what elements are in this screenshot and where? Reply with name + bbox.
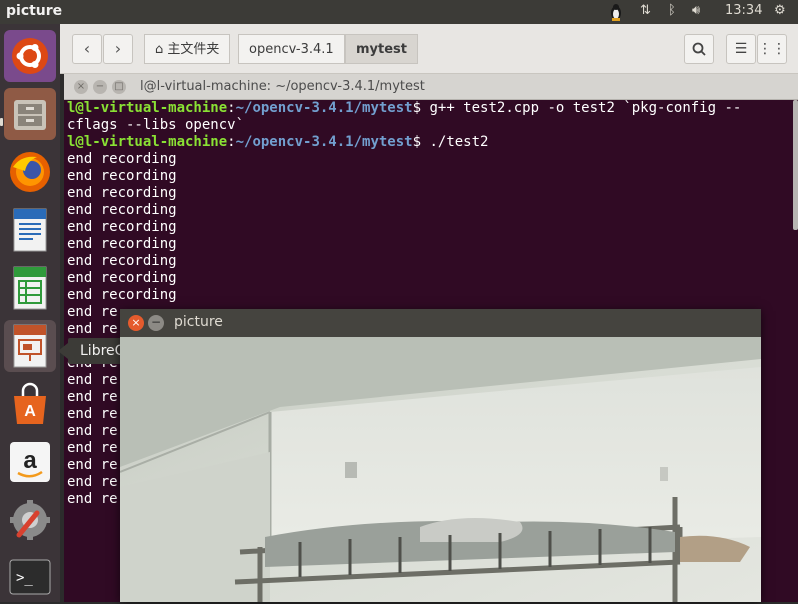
terminal-output-line: end recording [67, 202, 177, 218]
amazon-icon: a [10, 442, 50, 482]
launcher: A a >_ [0, 24, 60, 602]
launcher-item-libreoffice-writer[interactable] [4, 204, 56, 256]
launcher-item-files[interactable] [4, 88, 56, 140]
terminal-maximize-button[interactable]: □ [112, 80, 126, 94]
command-text: $ ./test2 [412, 134, 489, 150]
launcher-item-ubuntu-software[interactable]: A [4, 378, 56, 430]
terminal-output-line: end recording [67, 253, 177, 269]
minimize-icon: − [95, 81, 105, 92]
close-icon: × [76, 81, 86, 92]
terminal-line-cmd1: l@l-virtual-machine:~/opencv-3.4.1/mytes… [67, 100, 742, 116]
breadcrumb-opencv-label: opencv-3.4.1 [249, 42, 334, 57]
impress-presentation-icon [13, 324, 47, 368]
terminal-title: l@l-virtual-machine: ~/opencv-3.4.1/myte… [140, 79, 425, 94]
power-gear-icon[interactable]: ⚙ [774, 3, 786, 18]
launcher-item-terminal[interactable]: >_ [4, 552, 56, 604]
breadcrumb-mytest[interactable]: mytest [345, 34, 419, 64]
ubuntu-logo-icon [12, 38, 48, 74]
bluetooth-icon[interactable]: ᛒ [668, 3, 676, 18]
launcher-item-ubuntu-dash[interactable] [4, 30, 56, 82]
terminal-close-button[interactable]: × [74, 80, 88, 94]
terminal-line-cmd2: l@l-virtual-machine:~/opencv-3.4.1/mytes… [67, 134, 489, 150]
picture-minimize-button[interactable]: − [148, 315, 164, 331]
terminal-output-line: end recording [67, 287, 177, 303]
chevron-left-icon: ‹ [83, 39, 91, 58]
search-icon [692, 42, 706, 56]
launcher-item-libreoffice-impress[interactable] [4, 320, 56, 372]
list-view-button[interactable]: ☰ [726, 34, 756, 64]
firefox-icon [10, 152, 50, 192]
svg-text:a: a [23, 447, 37, 474]
terminal-titlebar[interactable]: × − □ l@l-virtual-machine: ~/opencv-3.4.… [64, 74, 798, 100]
terminal-output-line: end recording [67, 236, 177, 252]
terminal-icon: >_ [9, 559, 51, 595]
launcher-item-system-settings[interactable] [4, 494, 56, 546]
picture-window[interactable]: × − picture [120, 309, 761, 602]
grid-view-button[interactable]: ⋮⋮ [757, 34, 787, 64]
picture-title: picture [174, 314, 223, 330]
minimize-icon: − [150, 315, 162, 329]
terminal-line-cmd1-cont: cflags --libs opencv` [67, 117, 245, 133]
breadcrumb-home-label: 主文件夹 [167, 42, 220, 57]
terminal-output-line: end recording [67, 185, 177, 201]
tux-indicator-icon[interactable] [607, 3, 625, 25]
shopping-bag-icon: A [14, 382, 46, 424]
calc-spreadsheet-icon [13, 266, 47, 310]
back-button[interactable]: ‹ [72, 34, 102, 64]
file-cabinet-icon [14, 100, 46, 130]
camera-frame-image [120, 337, 761, 602]
terminal-minimize-button[interactable]: − [93, 80, 107, 94]
picture-titlebar[interactable]: × − picture [120, 309, 761, 337]
breadcrumb-mytest-label: mytest [356, 42, 408, 57]
launcher-item-amazon[interactable]: a [4, 436, 56, 488]
top-panel: picture ⇅ ᛒ 🔊︎ 13:34 ⚙ [0, 0, 798, 24]
prompt-user: l@l-virtual-machine [67, 100, 228, 116]
picture-close-button[interactable]: × [128, 315, 144, 331]
volume-icon[interactable]: 🔊︎ [692, 3, 700, 18]
search-button[interactable] [684, 34, 714, 64]
terminal-output-line: end recording [67, 270, 177, 286]
network-arrows-icon[interactable]: ⇅ [640, 3, 651, 18]
clock[interactable]: 13:34 [725, 3, 762, 18]
close-icon: × [131, 316, 141, 329]
prompt-path: ~/opencv-3.4.1/mytest [235, 100, 413, 116]
tooltip-arrow [58, 343, 68, 359]
svg-text:>_: >_ [16, 570, 33, 586]
breadcrumb-opencv[interactable]: opencv-3.4.1 [238, 34, 345, 64]
breadcrumb-home[interactable]: ⌂ 主文件夹 [144, 34, 231, 64]
list-view-icon: ☰ [734, 41, 748, 57]
command-text: $ g++ test2.cpp -o test2 `pkg-config -- [412, 100, 742, 116]
settings-wrench-icon [10, 500, 50, 540]
terminal-scrollbar[interactable] [793, 100, 798, 230]
terminal-output-line: end recording [67, 168, 177, 184]
files-toolbar: ‹ › ⌂ 主文件夹 opencv-3.4.1 mytest ☰ ⋮⋮ [60, 24, 798, 74]
prompt-path: ~/opencv-3.4.1/mytest [235, 134, 413, 150]
launcher-item-libreoffice-calc[interactable] [4, 262, 56, 314]
home-icon: ⌂ [155, 42, 164, 57]
launcher-item-firefox[interactable] [4, 146, 56, 198]
maximize-icon: □ [114, 81, 124, 92]
terminal-output-line: end recording [67, 219, 177, 235]
terminal-output-line: end recording [67, 151, 177, 167]
svg-text:A: A [24, 403, 36, 420]
prompt-user: l@l-virtual-machine [67, 134, 228, 150]
chevron-right-icon: › [114, 39, 122, 58]
running-indicator [0, 118, 3, 126]
writer-document-icon [13, 208, 47, 252]
forward-button[interactable]: › [103, 34, 133, 64]
grid-view-icon: ⋮⋮ [758, 41, 786, 57]
active-app-title: picture [6, 3, 63, 19]
